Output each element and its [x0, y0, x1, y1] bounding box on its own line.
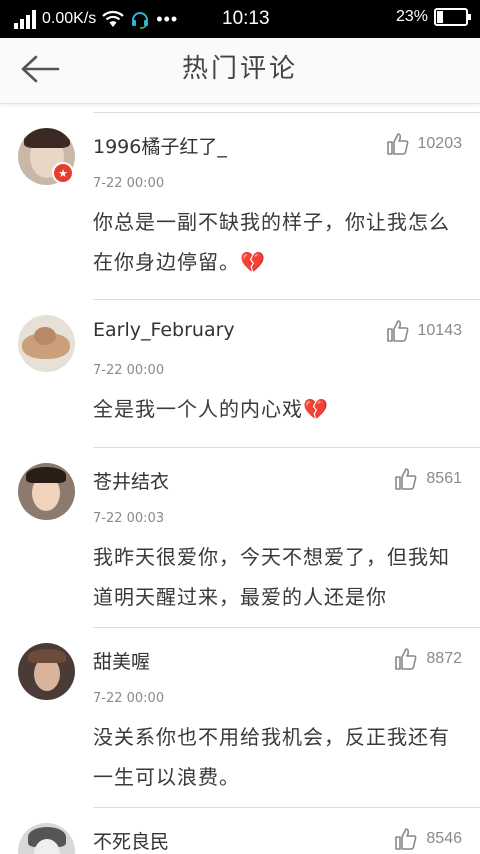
comment-username[interactable]: 不死良民 [93, 827, 169, 854]
divider [93, 807, 480, 808]
divider [93, 447, 480, 448]
like-button[interactable]: 8872 [394, 647, 462, 671]
comment-text-body: 全是我一个人的内心戏 [93, 397, 303, 421]
avatar[interactable] [18, 463, 75, 520]
like-count: 8872 [426, 650, 462, 667]
more-dots-icon: ••• [156, 9, 179, 29]
comment-text-body: 你总是一副不缺我的样子，你让我怎么在你身边停留。 [93, 210, 450, 274]
thumbs-up-icon [395, 468, 417, 490]
battery-percent: 23% [395, 8, 428, 25]
thumbs-up-icon [395, 648, 417, 670]
thumbs-up-icon [386, 133, 408, 155]
avatar[interactable] [18, 643, 75, 700]
status-time: 10:13 [222, 8, 270, 29]
like-count: 8546 [426, 830, 462, 847]
comment-timestamp: 7-22 00:00 [93, 691, 165, 706]
header-bar: 热门评论 [0, 38, 480, 104]
comment-text: 全是我一个人的内心戏💔 [93, 389, 458, 429]
divider [93, 627, 480, 628]
like-button[interactable]: 8561 [394, 467, 462, 491]
broken-heart-icon: 💔 [240, 250, 266, 274]
page-title: 热门评论 [181, 54, 298, 84]
avatar[interactable] [18, 315, 75, 372]
comment-timestamp: 7-22 00:00 [93, 363, 165, 378]
headset-icon [132, 12, 149, 29]
comment-username[interactable]: 1996橘子红了_ [93, 132, 227, 159]
comment-text-body: 没关系你也不用给我机会，反正我还有一生可以浪费。 [93, 725, 450, 789]
comment-timestamp: 7-22 00:03 [93, 511, 165, 526]
comment-text: 我昨天很爱你，今天不想爱了，但我知道明天醒过来，最爱的人还是你 [93, 537, 458, 617]
divider [93, 299, 480, 300]
status-left: 0.00K/s ••• [14, 7, 178, 31]
network-speed: 0.00K/s [42, 10, 97, 27]
wifi-icon [102, 10, 125, 27]
verified-badge-icon: ★ [52, 162, 74, 184]
like-button[interactable]: 10203 [386, 132, 463, 156]
status-right: 23% [395, 8, 471, 26]
battery-fill [437, 11, 443, 23]
broken-heart-icon: 💔 [303, 397, 329, 421]
thumbs-up-icon [386, 320, 408, 342]
like-button[interactable]: 8546 [394, 827, 462, 851]
divider [93, 112, 480, 113]
comment-username[interactable]: Early_February [93, 319, 235, 341]
status-bar: 0.00K/s ••• 10:13 23% [0, 0, 480, 38]
avatar[interactable] [18, 823, 75, 854]
comment-text-body: 我昨天很爱你，今天不想爱了，但我知道明天醒过来，最爱的人还是你 [93, 545, 450, 609]
battery-icon [434, 8, 471, 26]
comment-username[interactable]: 甜美喔 [93, 647, 150, 674]
signal-icon [14, 9, 36, 29]
like-count: 8561 [426, 470, 462, 487]
like-count: 10143 [417, 322, 463, 339]
like-count: 10203 [417, 135, 463, 152]
comment-text: 你总是一副不缺我的样子，你让我怎么在你身边停留。💔 [93, 202, 458, 282]
like-button[interactable]: 10143 [386, 319, 463, 343]
comment-text: 没关系你也不用给我机会，反正我还有一生可以浪费。 [93, 717, 458, 797]
thumbs-up-icon [395, 828, 417, 850]
comment-username[interactable]: 苍井结衣 [93, 467, 169, 494]
comment-timestamp: 7-22 00:00 [93, 176, 165, 191]
